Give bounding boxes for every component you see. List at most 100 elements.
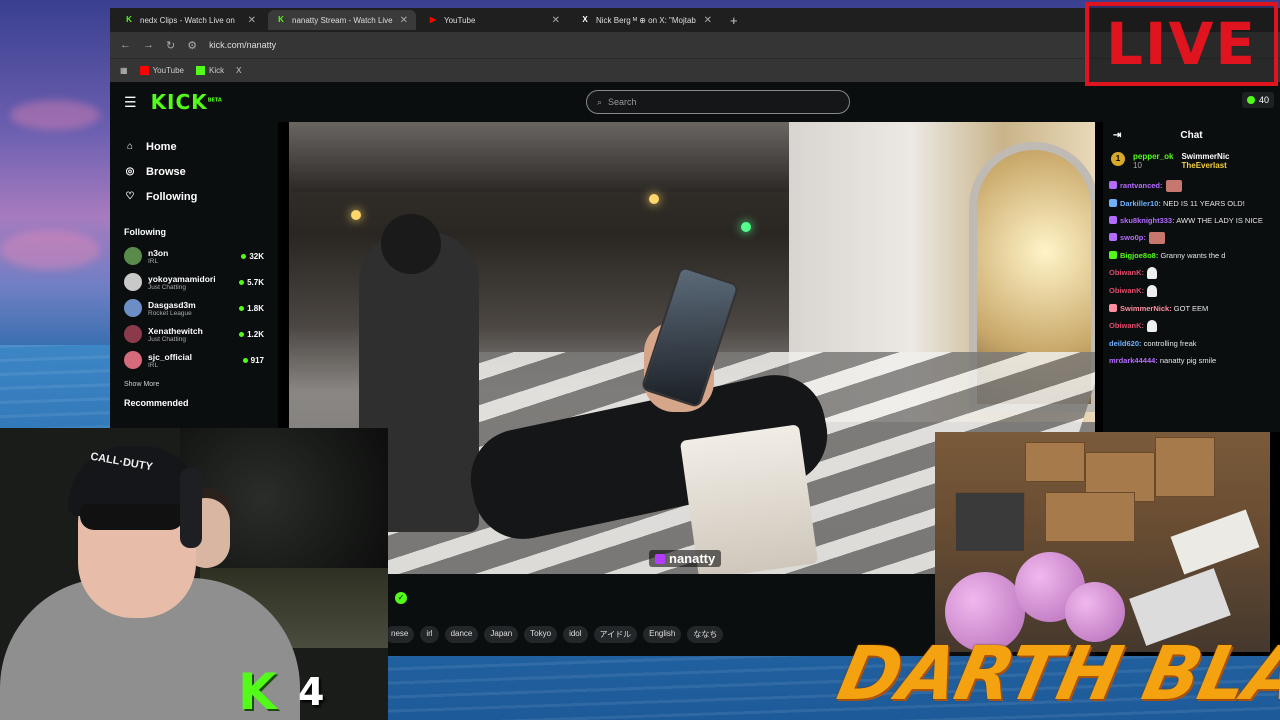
bookmark-label: YouTube <box>152 66 184 75</box>
live-dot-icon <box>239 305 245 311</box>
youtube-icon <box>139 66 149 75</box>
reload-icon[interactable]: ↻ <box>166 39 175 52</box>
chat-username[interactable]: SwimmerNick: <box>1120 304 1172 313</box>
following-item[interactable]: Xenathewitch Just Chatting 1.2K <box>124 321 264 347</box>
viewer-count-value: 1.8K <box>247 303 264 313</box>
live-dot-icon <box>1246 96 1255 104</box>
chat-username[interactable]: mrdark44444: <box>1109 356 1158 365</box>
viewer-count: 1.8K <box>239 304 264 313</box>
viewer-count: 5.7K <box>239 278 264 287</box>
channel-name: sjc_official <box>148 351 192 362</box>
tag[interactable]: irl <box>420 626 439 643</box>
pinned-user-sub: 10 <box>1133 161 1142 170</box>
video-scene-light <box>649 194 659 204</box>
chat-title: Chat <box>1180 129 1203 141</box>
nav-home[interactable]: ⌂ Home <box>124 134 264 159</box>
apps-icon[interactable]: ▦ <box>120 66 128 75</box>
room-box <box>1045 492 1135 542</box>
back-icon[interactable]: ← <box>120 39 131 51</box>
viewer-badge[interactable]: 40 <box>1241 92 1274 108</box>
chat-message: rantvanced: <box>1109 180 1274 192</box>
collapse-chat-icon[interactable]: ⇥ <box>1113 130 1121 141</box>
kick-icon <box>196 66 205 75</box>
live-dot-icon <box>242 357 248 363</box>
badge-icon <box>1109 304 1117 312</box>
tag[interactable]: English <box>643 626 682 643</box>
search-input[interactable]: ⌕ Search <box>586 90 850 114</box>
tag[interactable]: dance <box>444 626 479 643</box>
chat-text: NED IS 11 YEARS OLD! <box>1162 199 1245 208</box>
chat-username[interactable]: sku8knight333: <box>1120 216 1175 225</box>
chat-message: swo0p: <box>1109 232 1274 244</box>
room-box <box>1025 442 1085 482</box>
bookmark-x[interactable]: X <box>236 66 241 75</box>
nav-browse[interactable]: ◎ Browse <box>124 159 264 184</box>
live-dot-icon <box>239 331 245 337</box>
tag[interactable]: ななち <box>687 626 724 643</box>
chat-username[interactable]: ObiwanK: <box>1109 267 1144 278</box>
pinned-user-name: TheEverlast <box>1181 161 1227 170</box>
ghost-emote-icon <box>1147 320 1157 332</box>
youtube-favicon-icon: ▶ <box>429 15 437 24</box>
channel-name: n3on <box>148 247 169 258</box>
close-icon[interactable]: ✕ <box>400 15 408 26</box>
viewer-count: 917 <box>242 356 264 365</box>
close-icon[interactable]: ✕ <box>552 15 560 26</box>
avatar <box>124 299 142 317</box>
bookmark-kick[interactable]: Kick <box>196 66 224 75</box>
search-icon: ⌕ <box>597 96 603 107</box>
pinned-gifters: 1 pepper_ok 10 SwimmerNic TheEverlast <box>1103 148 1280 174</box>
tag[interactable]: nese <box>385 626 415 643</box>
chat-text: controlling freak <box>1143 339 1197 348</box>
viewer-count-value: 1.2K <box>247 329 264 339</box>
tag[interactable]: Tokyo <box>524 626 558 643</box>
kick-logo[interactable]: KICKBETA <box>151 90 222 114</box>
chat-username[interactable]: swo0p: <box>1120 232 1146 243</box>
chat-username[interactable]: Darkiller10: <box>1120 199 1161 208</box>
verified-icon: ✓ <box>395 592 407 604</box>
close-icon[interactable]: ✕ <box>704 15 712 26</box>
chat-username[interactable]: deild620: <box>1109 339 1142 348</box>
tag[interactable]: アイドル <box>593 626 638 643</box>
show-more-link[interactable]: Show More <box>124 381 264 388</box>
chat-username[interactable]: ObiwanK: <box>1109 285 1144 296</box>
kick-icon <box>655 553 665 564</box>
tab-title: nedx Clips - Watch Live on <box>140 15 235 25</box>
url-field[interactable]: kick.com/nanatty <box>209 40 276 50</box>
nav-label: Browse <box>146 165 186 178</box>
tab-youtube[interactable]: ▶ YouTube ✕ <box>420 10 568 30</box>
chat-username[interactable]: ObiwanK: <box>1109 320 1144 331</box>
room-paper <box>1170 509 1260 575</box>
forward-icon[interactable]: → <box>143 39 154 51</box>
tag[interactable]: idol <box>563 626 588 643</box>
site-info-icon[interactable]: ⚙ <box>187 39 197 52</box>
chat-username[interactable]: Bigjoe8o8: <box>1120 251 1158 260</box>
bookmark-youtube[interactable]: YouTube <box>139 66 184 75</box>
badge-icon <box>1109 181 1117 189</box>
tab-x[interactable]: X Nick Berg ᴹ ⊕ on X: "Mojtab ✕ <box>572 10 720 30</box>
tag[interactable]: Japan <box>484 626 519 643</box>
viewer-count-value: 32K <box>249 251 264 261</box>
tab-nanatty[interactable]: K nanatty Stream - Watch Live o ✕ <box>268 10 416 30</box>
following-item[interactable]: sjc_official IRL 917 <box>124 347 264 373</box>
nav-label: Following <box>146 190 198 203</box>
channel-category: Rocket League <box>148 309 192 317</box>
viewer-count-value: 5.7K <box>247 277 264 287</box>
search-placeholder: Search <box>608 97 637 107</box>
tab-nedx[interactable]: K nedx Clips - Watch Live on ✕ <box>116 10 264 30</box>
x-favicon-icon: X <box>582 15 588 24</box>
new-tab-button[interactable]: + <box>724 13 744 28</box>
chat-message: ObiwanK: <box>1109 320 1274 332</box>
close-icon[interactable]: ✕ <box>248 15 256 26</box>
ghost-emote-icon <box>1147 267 1157 279</box>
pinned-user-name: pepper_ok <box>1133 152 1174 161</box>
pinned-user[interactable]: pepper_ok 10 <box>1133 152 1173 170</box>
hamburger-menu-icon[interactable]: ☰ <box>124 94 137 111</box>
bookmark-label: X <box>236 66 242 75</box>
following-item[interactable]: yokoyamamidori Just Chatting 5.7K <box>124 269 264 295</box>
following-item[interactable]: Dasgasd3m Rocket League 1.8K <box>124 295 264 321</box>
nav-following[interactable]: ♡ Following <box>124 184 264 209</box>
chat-username[interactable]: rantvanced: <box>1120 180 1163 191</box>
following-item[interactable]: n3on IRL 32K <box>124 243 264 269</box>
pinned-user[interactable]: SwimmerNic TheEverlast <box>1181 152 1229 170</box>
